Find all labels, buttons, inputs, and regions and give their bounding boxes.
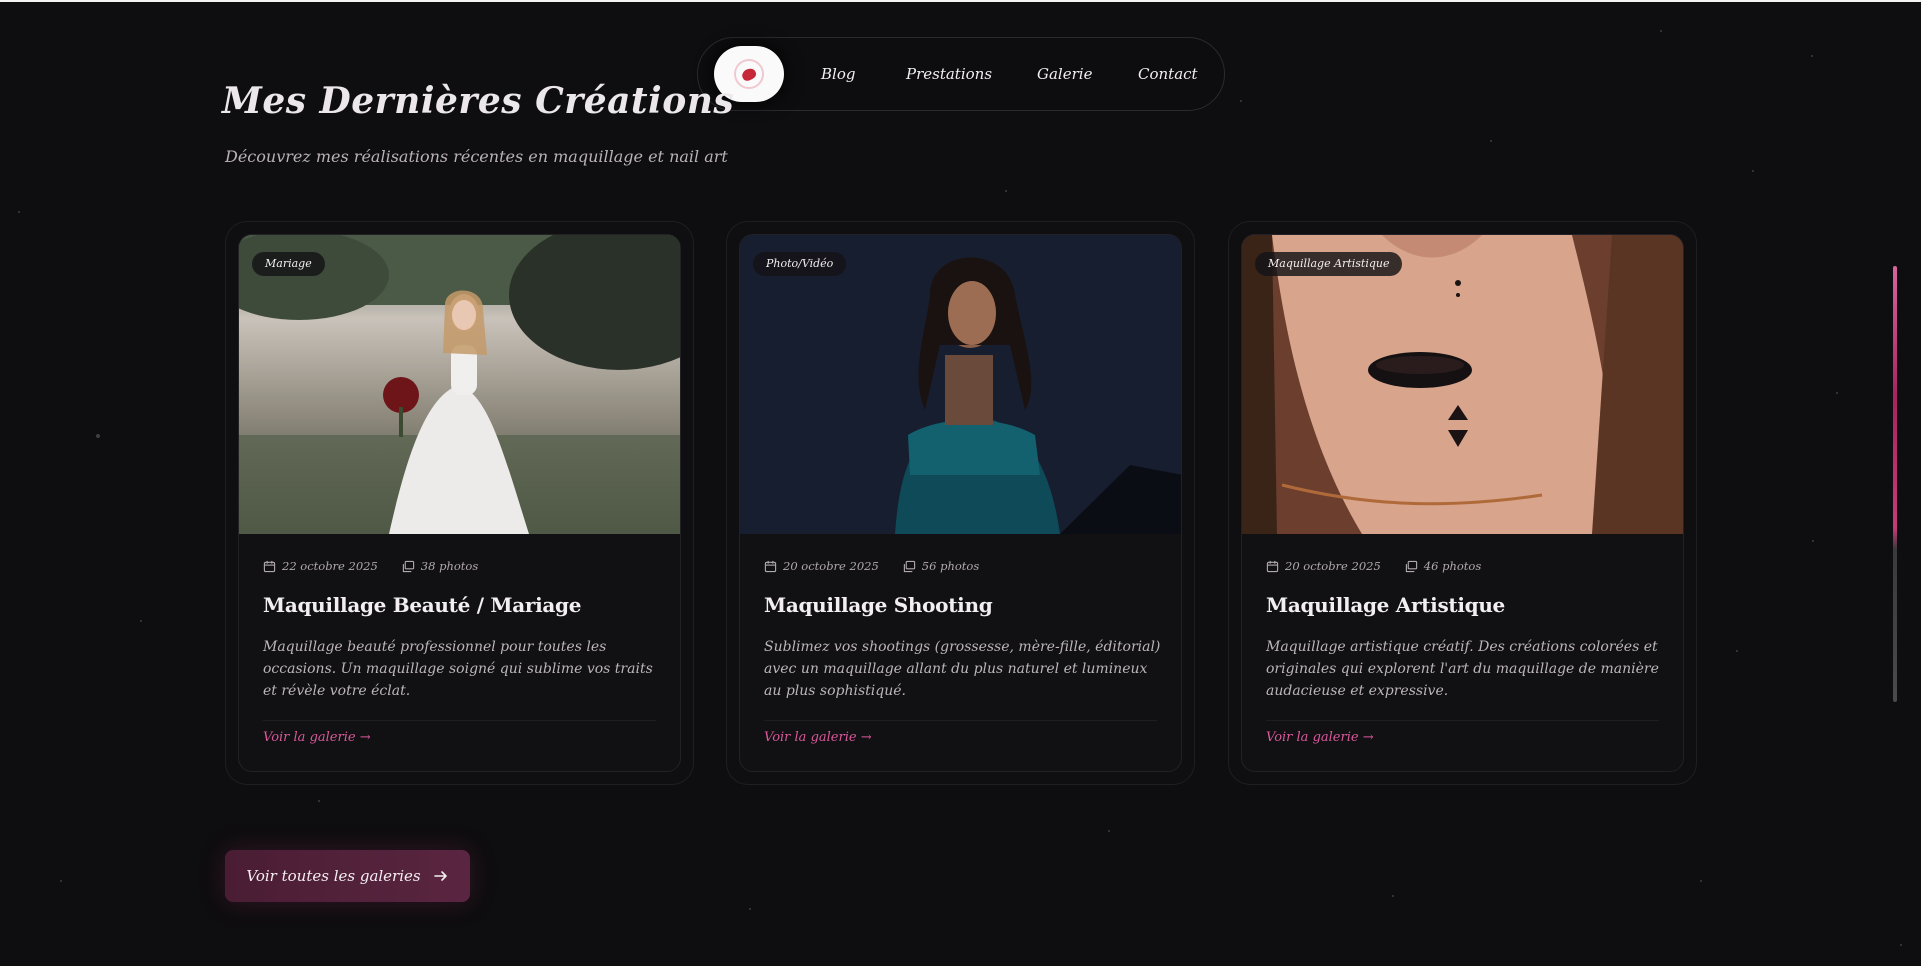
arrow-right-icon [433, 871, 447, 881]
main-nav: Blog Prestations Galerie Contact [697, 37, 1225, 111]
card-image-wedding[interactable]: Mariage [239, 235, 680, 534]
card-description: Maquillage beauté professionnel pour tou… [263, 639, 653, 699]
top-edge-line [0, 0, 1921, 2]
card-description: Sublimez vos shootings (grossesse, mère-… [764, 639, 1161, 699]
card-title: Maquillage Shooting [764, 593, 993, 617]
view-gallery-link[interactable]: Voir la galerie → [1266, 730, 1374, 745]
gallery-card-mariage[interactable]: Mariage 22 octobre 2025 38 photos Maquil… [238, 234, 681, 772]
photos-icon [402, 560, 414, 572]
category-badge: Mariage [252, 252, 325, 276]
card-date: 22 octobre 2025 [282, 559, 378, 573]
card-divider [764, 720, 1157, 721]
category-badge: Maquillage Artistique [1255, 252, 1403, 276]
gallery-card-frame: Maquillage Artistique 20 octobre 2025 46… [1228, 221, 1697, 785]
card-meta: 20 octobre 2025 56 photos [764, 559, 979, 573]
section-subtitle: Découvrez mes réalisations récentes en m… [225, 147, 728, 166]
gallery-card-frame: Photo/Vidéo 20 octobre 2025 56 photos Ma… [726, 221, 1195, 785]
card-description: Maquillage artistique créatif. Des créat… [1266, 639, 1659, 699]
view-all-galleries-button[interactable]: Voir toutes les galeries [225, 850, 470, 902]
card-meta: 20 octobre 2025 46 photos [1266, 559, 1481, 573]
category-badge: Photo/Vidéo [753, 252, 847, 276]
scroll-progress-bar[interactable] [1893, 266, 1897, 702]
view-gallery-link[interactable]: Voir la galerie → [263, 730, 371, 745]
card-image-shooting[interactable]: Photo/Vidéo [740, 235, 1181, 534]
card-title: Maquillage Artistique [1266, 593, 1505, 617]
card-date: 20 octobre 2025 [1285, 559, 1381, 573]
photos-icon [903, 560, 915, 572]
gallery-card-artistique[interactable]: Maquillage Artistique 20 octobre 2025 46… [1241, 234, 1684, 772]
cta-label: Voir toutes les galeries [246, 867, 421, 885]
card-divider [263, 720, 656, 721]
card-image-artistic[interactable]: Maquillage Artistique [1242, 235, 1683, 534]
card-date: 20 octobre 2025 [783, 559, 879, 573]
logo-icon [734, 59, 764, 89]
calendar-icon [263, 560, 276, 572]
nav-prestations[interactable]: Prestations [906, 65, 992, 83]
gallery-card-shooting[interactable]: Photo/Vidéo 20 octobre 2025 56 photos Ma… [739, 234, 1182, 772]
card-divider [1266, 720, 1659, 721]
card-photo-count: 46 photos [1423, 559, 1482, 573]
nav-blog[interactable]: Blog [821, 65, 855, 83]
section-title: Mes Dernières Créations [222, 80, 735, 122]
nav-galerie[interactable]: Galerie [1037, 65, 1092, 83]
gallery-card-frame: Mariage 22 octobre 2025 38 photos Maquil… [225, 221, 694, 785]
view-gallery-link[interactable]: Voir la galerie → [764, 730, 872, 745]
calendar-icon [1266, 560, 1279, 572]
nav-contact[interactable]: Contact [1138, 65, 1198, 83]
calendar-icon [764, 560, 777, 572]
photos-icon [1405, 560, 1417, 572]
card-photo-count: 56 photos [921, 559, 980, 573]
card-photo-count: 38 photos [420, 559, 479, 573]
card-title: Maquillage Beauté / Mariage [263, 593, 582, 617]
card-meta: 22 octobre 2025 38 photos [263, 559, 478, 573]
